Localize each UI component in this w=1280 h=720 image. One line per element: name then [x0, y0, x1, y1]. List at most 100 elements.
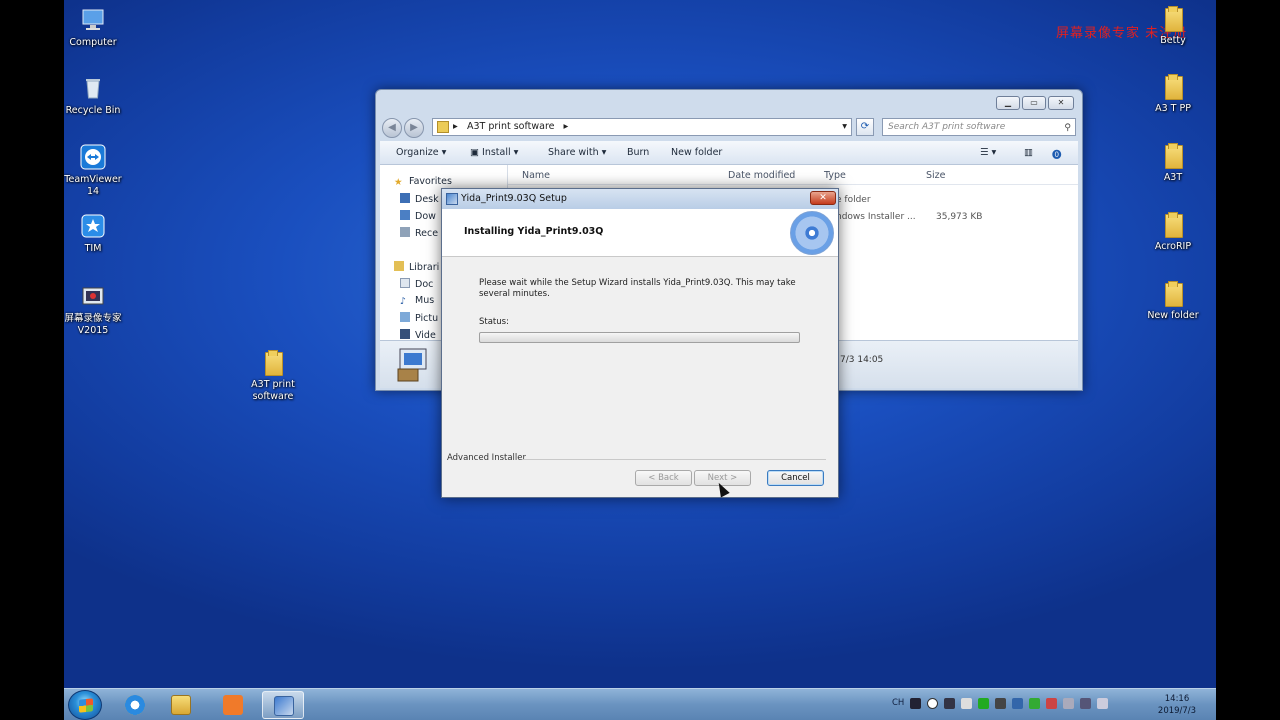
flag-icon[interactable] [1063, 698, 1074, 709]
taskbar-ie[interactable] [114, 691, 156, 719]
display-icon[interactable] [995, 698, 1006, 709]
dialog-title: Yida_Print9.03Q Setup [461, 193, 567, 204]
nav-pictures[interactable]: Pictu [400, 312, 438, 324]
column-type[interactable]: Type [824, 170, 846, 181]
new-folder-button[interactable]: New folder [671, 147, 722, 158]
address-bar[interactable]: ▸ A3T print software ▸ ▾ [432, 118, 852, 136]
desktop-icon-a3tpp[interactable]: A3 T PP [1138, 74, 1208, 115]
nav-libraries[interactable]: Librari [394, 261, 439, 273]
desktop-icon-teamviewer[interactable]: TeamViewer 14 [64, 143, 128, 198]
nav-music[interactable]: ♪ Mus [400, 295, 434, 307]
column-name[interactable]: Name [522, 170, 550, 181]
clock[interactable]: 14:16 2019/7/3 [1154, 693, 1200, 717]
maximize-button[interactable]: ▭ [1022, 96, 1046, 110]
desktop-icon-new-folder[interactable]: New folder [1138, 281, 1208, 322]
tim-icon [81, 214, 105, 238]
column-headers: Name Date modified Type Size [508, 165, 1078, 185]
footer-divider [522, 459, 826, 460]
installer-package-icon [397, 348, 427, 382]
desktop-icon [400, 193, 410, 203]
clock-time: 14:16 [1164, 694, 1190, 704]
desktop-icon-recycle-bin[interactable]: Recycle Bin [64, 74, 128, 117]
nav-downloads[interactable]: Dow [400, 210, 436, 222]
view-options-icon[interactable]: ☰ ▾ [980, 147, 996, 158]
folder-icon [1163, 6, 1183, 32]
security-icon[interactable] [978, 698, 989, 709]
folder-icon [1163, 212, 1183, 238]
folder-icon [437, 121, 449, 133]
setup-dialog[interactable]: Yida_Print9.03Q Setup ✕ Installing Yida_… [441, 188, 839, 498]
help-icon[interactable]: ⓿ [1052, 147, 1062, 161]
desktop-icon-screen-recorder[interactable]: 屏幕录像专家V2015 [64, 282, 128, 337]
desktop-icon-a3t[interactable]: A3T [1138, 143, 1208, 184]
folder-icon [263, 350, 283, 376]
row-type: e folder [836, 195, 871, 205]
computer-icon [82, 9, 104, 30]
sync-icon[interactable] [1012, 698, 1023, 709]
input-language[interactable]: CH [892, 698, 904, 708]
breadcrumb[interactable]: A3T print software [467, 121, 555, 132]
folder-icon [1163, 281, 1183, 307]
desktop: 屏幕录像专家 未注册 Computer Recycle Bin TeamView… [64, 0, 1216, 720]
address-row: ◀ ▶ ▸ A3T print software ▸ ▾ ⟳ Search A3… [382, 116, 1076, 138]
burn-button[interactable]: Burn [627, 147, 649, 158]
preview-pane-icon[interactable]: ▥ [1024, 147, 1033, 158]
taskbar-setup[interactable] [262, 691, 304, 719]
desktop-icon-computer[interactable]: Computer [64, 6, 128, 49]
share-with-button[interactable]: Share with ▾ [548, 147, 606, 158]
desktop-icon-label: TeamViewer 14 [64, 174, 122, 197]
desktop-icon-acrorip[interactable]: AcroRIP [1138, 212, 1208, 253]
refresh-button[interactable]: ⟳ [856, 118, 874, 136]
taskbar-foxit[interactable] [212, 691, 254, 719]
close-button[interactable]: ✕ [1048, 96, 1074, 110]
teamviewer-icon [80, 144, 106, 170]
antivirus-icon[interactable] [1046, 698, 1057, 709]
desktop-icon-label: A3T print software [251, 379, 295, 402]
folder-icon [1163, 74, 1183, 100]
cancel-button[interactable]: Cancel [767, 470, 824, 486]
window-controls: ▁ ▭ ✕ [996, 96, 1074, 110]
install-disc-icon [790, 211, 834, 255]
dialog-body: Please wait while the Setup Wizard insta… [442, 257, 838, 457]
desktop-icon-label: New folder [1147, 310, 1199, 321]
search-input[interactable]: Search A3T print software ⚲ [882, 118, 1076, 136]
videos-icon [400, 329, 410, 339]
breadcrumb-arrow-icon: ▸ [563, 121, 569, 132]
installer-icon [274, 696, 294, 716]
tools-icon[interactable] [961, 698, 972, 709]
libraries-icon [394, 261, 404, 271]
column-size[interactable]: Size [926, 170, 946, 181]
dialog-close-button[interactable]: ✕ [810, 191, 836, 205]
address-dropdown-icon[interactable]: ▾ [842, 119, 847, 135]
organize-button[interactable]: Organize ▾ [396, 147, 446, 158]
minimize-button[interactable]: ▁ [996, 96, 1020, 110]
start-button[interactable] [68, 690, 102, 720]
nav-favorites[interactable]: ★ Favorites [394, 176, 452, 188]
shield-icon[interactable] [1029, 698, 1040, 709]
desktop-icon-label: A3 T PP [1155, 103, 1191, 114]
dialog-titlebar[interactable]: Yida_Print9.03Q Setup ✕ [442, 189, 838, 209]
dialog-header: Installing Yida_Print9.03Q [442, 209, 838, 257]
forward-nav-button[interactable]: ▶ [404, 118, 424, 138]
blocked-icon[interactable] [927, 698, 938, 709]
back-button[interactable]: < Back [635, 470, 692, 486]
nav-recent[interactable]: Rece [400, 227, 438, 239]
setup-app-icon [446, 193, 458, 205]
back-nav-button[interactable]: ◀ [382, 118, 402, 138]
nav-documents[interactable]: Doc [400, 278, 433, 290]
desktop-icon-a3t-print-software[interactable]: A3T print software [238, 350, 308, 403]
column-date-modified[interactable]: Date modified [728, 170, 795, 181]
install-button[interactable]: ▣ Install ▾ [470, 147, 518, 158]
downloads-icon [400, 210, 410, 220]
taskbar-explorer[interactable] [160, 691, 202, 719]
row-size: 35,973 KB [936, 212, 983, 222]
ime-icon[interactable] [944, 698, 955, 709]
keyboard-icon[interactable] [910, 698, 921, 709]
nav-desktop[interactable]: Desk [400, 193, 439, 205]
status-label: Status: [479, 317, 509, 327]
desktop-icon-tim[interactable]: TIM [64, 212, 128, 255]
desktop-icon-betty[interactable]: Betty [1138, 6, 1208, 47]
volume-icon[interactable] [1097, 698, 1108, 709]
network-icon[interactable] [1080, 698, 1091, 709]
command-bar: Organize ▾ ▣ Install ▾ Share with ▾ Burn… [380, 141, 1078, 165]
